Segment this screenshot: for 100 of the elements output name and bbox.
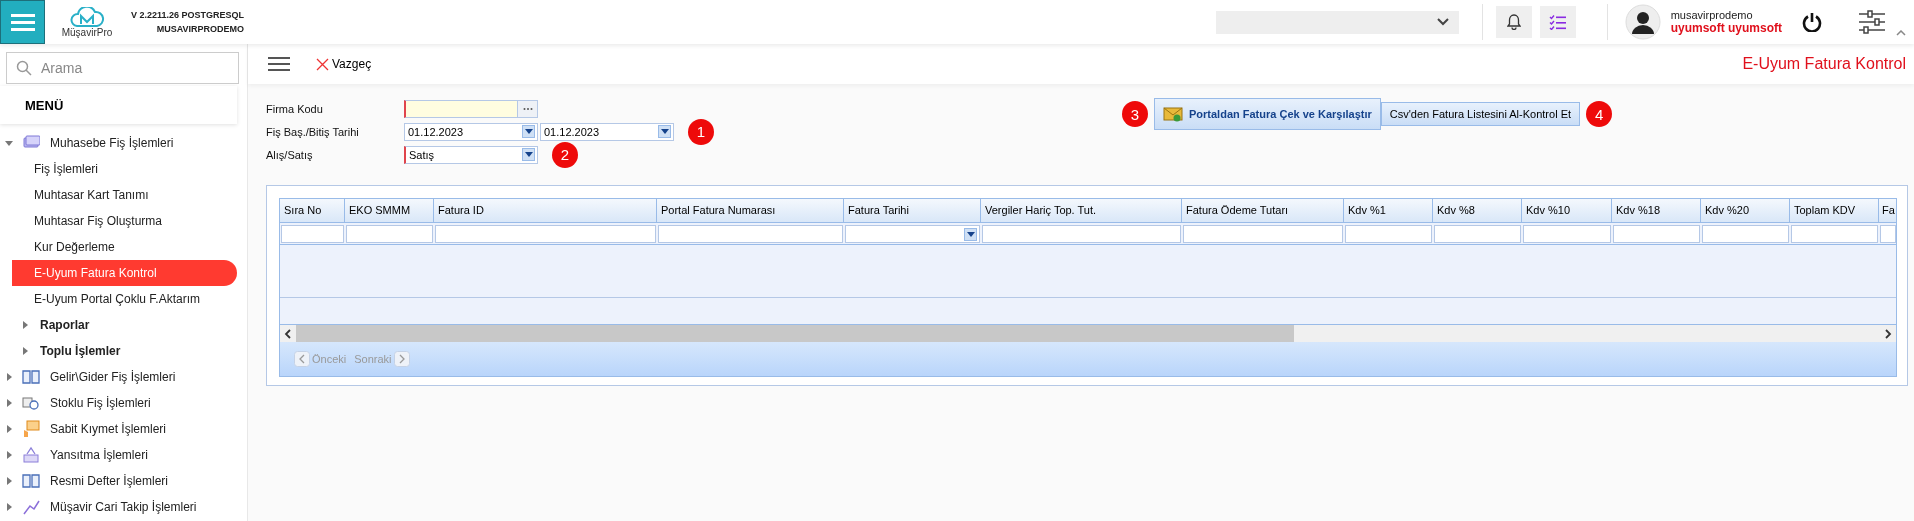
lookup-field[interactable] (404, 99, 518, 118)
tasks-button[interactable] (1539, 6, 1576, 38)
chevron-left-icon (294, 351, 310, 367)
column-header[interactable]: Portal Fatura Numarası (657, 199, 844, 223)
field-label: Alış/Satış (266, 148, 314, 161)
filter-field[interactable] (435, 225, 656, 243)
menu-item[interactable]: Müşavir Cari Takip İşlemleri (0, 494, 247, 520)
column-header[interactable]: Fatura Ödeme Tutarı (1182, 199, 1344, 223)
selected-menu-item[interactable]: E-Uyum Fatura Kontrol (12, 260, 237, 286)
column-header[interactable]: Vergiler Hariç Top. Tut. (981, 199, 1182, 223)
collapsed-arrow-icon[interactable] (4, 450, 14, 460)
menu-item[interactable]: Toplu İşlemler (12, 338, 237, 364)
version-text: V 2.2211.26 POSTGRESQL (131, 10, 245, 20)
number-badge: 3 (1122, 101, 1148, 127)
filter-field[interactable] (346, 225, 433, 243)
envelope-icon (1163, 106, 1183, 122)
menu-item[interactable]: Raporlar (12, 312, 237, 338)
sliders-icon (1858, 10, 1886, 34)
filter-field[interactable] (658, 225, 843, 243)
menu-icon (10, 13, 35, 31)
menu-title: MENÜ (25, 97, 64, 113)
expanded-arrow-icon[interactable] (4, 138, 14, 148)
filter-field[interactable] (1791, 225, 1878, 243)
column-header[interactable]: Kdv %18 (1612, 199, 1701, 223)
combo-field[interactable]: 01.12.2023 (540, 122, 674, 141)
scroll-right-icon[interactable] (1883, 328, 1893, 339)
combo-field[interactable]: 01.12.2023 (404, 122, 538, 141)
combo-field[interactable]: Satış (404, 145, 538, 164)
menu-item[interactable]: Gelir\Gider Fiş İşlemleri (0, 364, 247, 390)
action-button[interactable]: Portaldan Fatura Çek ve Karşılaştır (1154, 98, 1381, 130)
horizontal-scrollbar[interactable] (280, 324, 1896, 342)
cancel-button[interactable]: Vazgeç (310, 56, 378, 72)
collapsed-arrow-icon[interactable] (4, 502, 14, 512)
search-field[interactable]: Arama (6, 52, 239, 84)
menu-item[interactable]: Yansıtma İşlemleri (0, 442, 247, 468)
close-icon (316, 57, 329, 71)
collapsed-arrow-icon[interactable] (4, 476, 14, 486)
collapsed-arrow-icon[interactable] (20, 320, 30, 330)
settings-button[interactable] (1858, 10, 1886, 34)
scroll-thumb[interactable] (296, 325, 1294, 342)
bell-icon (1506, 14, 1521, 30)
column-header[interactable]: Fatura ID (434, 199, 657, 223)
number-badge: 1 (688, 118, 714, 145)
menu-item[interactable]: Muhtasar Fiş Oluşturma (12, 208, 237, 234)
avatar-icon (1624, 4, 1661, 40)
caret-down-icon (660, 128, 669, 134)
scroll-left-icon[interactable] (283, 328, 293, 339)
user-name: musavirprodemo (1670, 9, 1754, 21)
menu-item[interactable]: Muhtasar Kart Tanımı (12, 182, 237, 208)
column-header[interactable]: Kdv %8 (1433, 199, 1522, 223)
filter-field[interactable] (1880, 225, 1896, 243)
chevron-down-icon (1436, 18, 1449, 26)
filter-field[interactable] (1702, 225, 1789, 243)
action-button[interactable]: Csv'den Fatura Listesini Al-Kontrol Et (1380, 102, 1581, 126)
filter-field[interactable] (1434, 225, 1521, 243)
filter-field[interactable] (845, 225, 980, 243)
column-header[interactable]: Fatura Tarihi (844, 199, 981, 223)
column-header[interactable]: Kdv %1 (1344, 199, 1433, 223)
column-header[interactable]: Kdv %20 (1701, 199, 1790, 223)
caret-up-icon[interactable] (1896, 30, 1906, 36)
collapsed-arrow-icon[interactable] (20, 346, 30, 356)
collapsed-arrow-icon[interactable] (4, 398, 14, 408)
menu-button[interactable] (268, 56, 290, 72)
filter-field[interactable] (1183, 225, 1343, 243)
field-label: Fiş Baş./Bitiş Tarihi (266, 125, 360, 138)
checklist-icon (1548, 14, 1567, 30)
collapsed-arrow-icon[interactable] (4, 372, 14, 382)
dropdown-button[interactable] (964, 228, 977, 241)
filter-field[interactable] (1613, 225, 1700, 243)
menu-button[interactable] (0, 0, 45, 44)
menu-item[interactable]: Muhasebe Fiş İşlemleri (0, 130, 247, 156)
user-company: uyumsoft uyumsoft (1670, 21, 1782, 35)
caret-down-icon (966, 232, 975, 237)
dots-icon (522, 106, 533, 111)
logo-text: MüşavirPro (61, 26, 113, 38)
column-header[interactable]: EKO SMMM (345, 199, 434, 223)
field-label: Firma Kodu (266, 102, 324, 115)
power-icon (1802, 12, 1822, 32)
filter-field[interactable] (281, 225, 344, 243)
menu-item[interactable]: Fiş İşlemleri (12, 156, 237, 182)
chevron-right-icon (393, 351, 410, 367)
collapsed-arrow-icon[interactable] (4, 424, 14, 434)
column-header[interactable]: Toplam KDV (1790, 199, 1879, 223)
menu-item[interactable]: Kur Değerleme (12, 234, 237, 260)
notifications-button[interactable] (1495, 6, 1532, 38)
menu-item[interactable]: Sabit Kıymet İşlemleri (0, 416, 247, 442)
menu-item[interactable]: Stoklu Fiş İşlemleri (0, 390, 247, 416)
menu-item[interactable]: Resmi Defter İşlemleri (0, 468, 247, 494)
menu-item[interactable]: E-Uyum Portal Çoklu F.Aktarım (12, 286, 237, 312)
menu-icon (268, 56, 290, 72)
column-header[interactable]: Kdv %10 (1522, 199, 1612, 223)
column-header[interactable]: Fa (1879, 199, 1896, 223)
filter-field[interactable] (1345, 225, 1432, 243)
column-header[interactable]: Sıra No (280, 199, 345, 223)
database-name: MUSAVIRPRODEMO (156, 24, 245, 34)
filter-field[interactable] (1523, 225, 1611, 243)
power-button[interactable] (1802, 12, 1822, 32)
number-badge: 4 (1586, 101, 1613, 127)
caret-down-icon (524, 151, 533, 157)
filter-field[interactable] (982, 225, 1181, 243)
